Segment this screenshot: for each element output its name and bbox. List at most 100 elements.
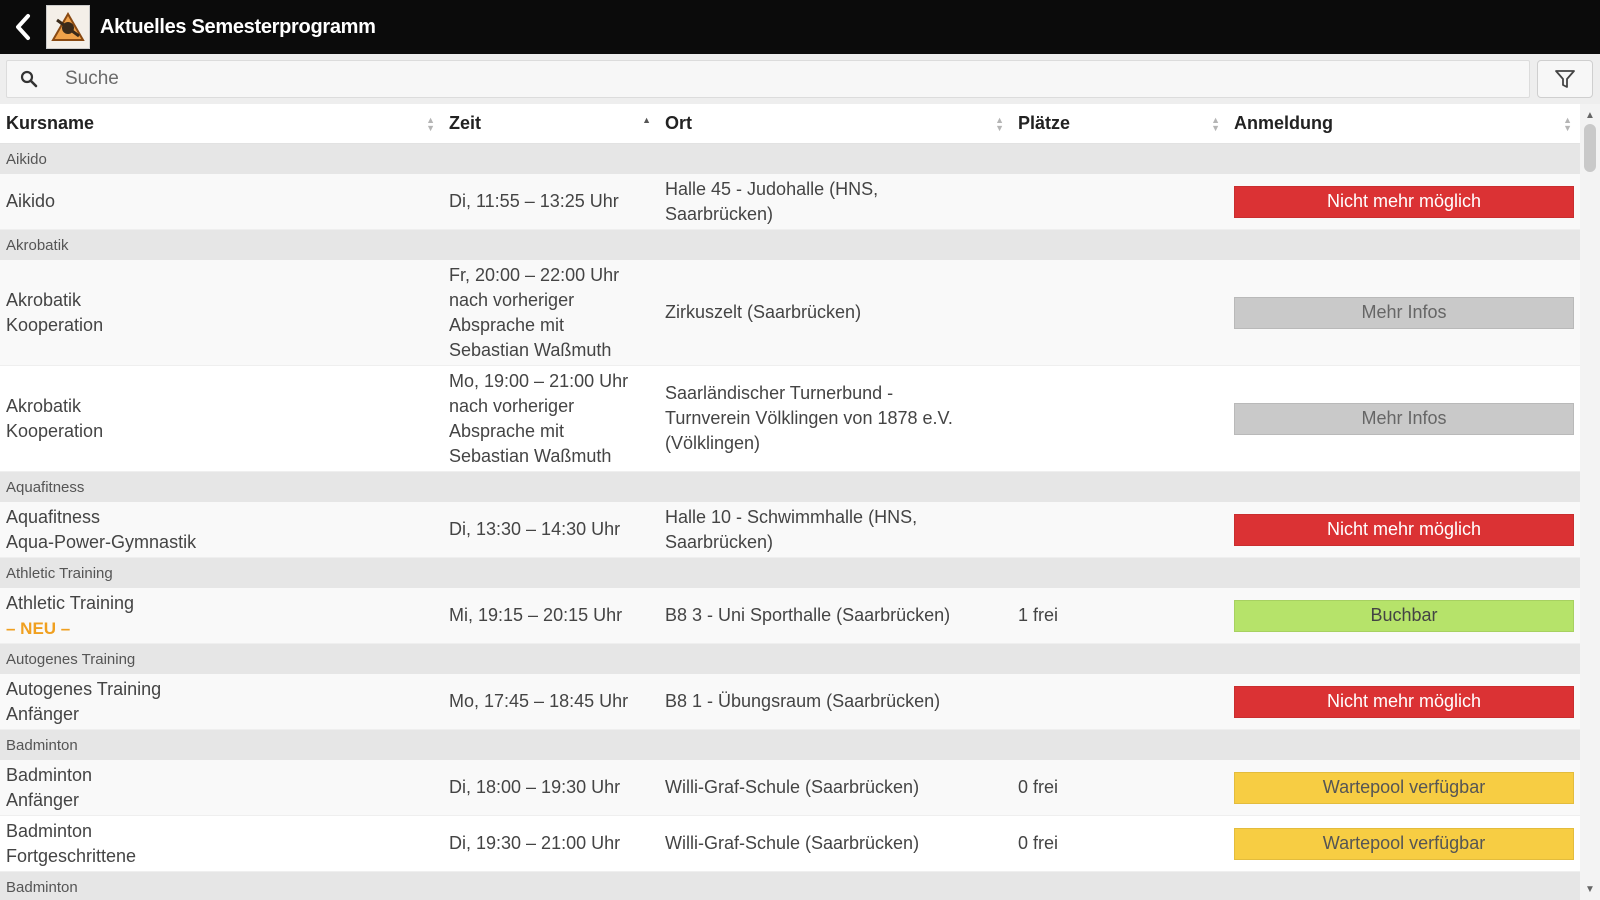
table-row[interactable]: Autogenes Training Anfänger Mo, 17:45 – 18…: [0, 674, 1580, 730]
cell-text-line: Saarländischer Turnerbund -: [665, 383, 894, 403]
table-row[interactable]: Badminton Fortgeschrittene Di, 19:30 – 21:…: [0, 816, 1580, 872]
cell-text-line: Zirkuszelt (Saarbrücken): [665, 302, 862, 322]
group-header: Autogenes Training: [0, 644, 1580, 674]
cell-ort: Willi-Graf-Schule (Saarbrücken): [659, 775, 1012, 800]
cell-kursname: Aikido: [0, 189, 443, 214]
column-header-label: Anmeldung: [1234, 113, 1333, 133]
column-header-anmeldung[interactable]: Anmeldung ▲ ▼: [1228, 104, 1580, 144]
cell-text-line: Mi, 19:15 – 20:15 Uhr: [449, 605, 623, 625]
registration-status-button[interactable]: Mehr Infos: [1234, 402, 1574, 435]
app-header: Aktuelles Semesterprogramm: [0, 0, 1600, 54]
app-logo-icon: [46, 5, 90, 49]
table-row[interactable]: Athletic Training – NEU – Mi, 19:15 – 20:1…: [0, 588, 1580, 644]
cell-text-line: Turnverein Völklingen von 1878 e.V.: [665, 408, 953, 428]
registration-status-button[interactable]: Wartepool verfügbar: [1234, 771, 1574, 804]
back-button[interactable]: [0, 0, 46, 54]
back-arrow-icon: [16, 14, 30, 40]
cell-text-line: nach vorheriger: [449, 395, 575, 416]
cell-text-line: (Völklingen): [665, 433, 761, 453]
cell-text-line: Saarbrücken): [665, 203, 774, 224]
group-header: Athletic Training: [0, 558, 1580, 588]
sort-icon: ▲ ▼: [995, 114, 1004, 133]
cell-kursname: Akrobatik Kooperation: [0, 394, 443, 444]
cell-text-line: Aqua-Power-Gymnastik: [6, 531, 197, 552]
cell-text-line: Mo, 19:00 – 21:00 Uhr: [449, 370, 629, 391]
column-header-plaetze[interactable]: Plätze ▲ ▼: [1012, 104, 1228, 144]
search-input[interactable]: [51, 61, 1529, 97]
cell-text-line: nach vorheriger: [449, 289, 575, 310]
filter-icon: [1555, 70, 1575, 88]
cell-zeit: Di, 11:55 – 13:25 Uhr: [443, 189, 659, 214]
scroll-down-icon[interactable]: ▼: [1580, 882, 1600, 896]
cell-zeit: Di, 19:30 – 21:00 Uhr: [443, 831, 659, 856]
course-table: Kursname ▲ ▼ Zeit ▲ Ort ▲ ▼ Plätze ▲ ▼ Anme…: [0, 104, 1580, 900]
cell-kursname: Badminton Fortgeschrittene: [0, 819, 443, 869]
table-row[interactable]: Akrobatik Kooperation Fr, 20:00 – 22:00 Uh…: [0, 260, 1580, 366]
cell-text-line: Di, 11:55 – 13:25 Uhr: [449, 191, 619, 211]
cell-zeit: Mo, 19:00 – 21:00 Uhr nach vorheriger Absp…: [443, 369, 659, 469]
cell-text-line: Kooperation: [6, 314, 104, 335]
scrollbar[interactable]: ▲ ▼: [1580, 104, 1600, 900]
cell-text-line: Akrobatik: [6, 395, 82, 416]
scroll-thumb[interactable]: [1584, 124, 1596, 172]
registration-status-button[interactable]: Mehr Infos: [1234, 296, 1574, 329]
cell-zeit: Mo, 17:45 – 18:45 Uhr: [443, 689, 659, 714]
group-header: Aikido: [0, 144, 1580, 174]
cell-ort: Saarländischer Turnerbund - Turnverein Vö…: [659, 381, 1012, 456]
cell-text-line: Aikido: [6, 191, 56, 211]
table-header: Kursname ▲ ▼ Zeit ▲ Ort ▲ ▼ Plätze ▲ ▼ Anme…: [0, 104, 1580, 144]
cell-anmeldung: Wartepool verfügbar: [1228, 827, 1580, 860]
search-box: [6, 60, 1530, 98]
table-row[interactable]: Badminton Anfänger Di, 18:00 – 19:30 Uhr Wi…: [0, 760, 1580, 816]
column-header-label: Plätze: [1018, 113, 1071, 133]
cell-plaetze: 0 frei: [1018, 777, 1059, 797]
cell-text-line: B8 3 - Uni Sporthalle (Saarbrücken): [665, 605, 951, 625]
cell-text-line: Sebastian Waßmuth: [449, 445, 612, 466]
cell-text-line: B8 1 - Übungsraum (Saarbrücken): [665, 691, 941, 711]
registration-status-button[interactable]: Nicht mehr möglich: [1234, 185, 1574, 218]
scroll-up-icon[interactable]: ▲: [1580, 108, 1600, 122]
cell-text-line: Sebastian Waßmuth: [449, 339, 612, 360]
filter-button[interactable]: [1537, 60, 1593, 98]
table-row[interactable]: Aquafitness Aqua-Power-Gymnastik Di, 13:30…: [0, 502, 1580, 558]
cell-ort: B8 1 - Übungsraum (Saarbrücken): [659, 689, 1012, 714]
cell-plaetze: 1 frei: [1018, 605, 1059, 625]
registration-status-button[interactable]: Nicht mehr möglich: [1234, 685, 1574, 718]
cell-text-line: Absprache mit: [449, 314, 565, 335]
column-header-label: Kursname: [6, 113, 95, 133]
column-header-label: Zeit: [449, 113, 482, 133]
cell-text-line: Autogenes Training: [6, 678, 162, 699]
cell-zeit: Di, 13:30 – 14:30 Uhr: [443, 517, 659, 542]
cell-text-line: Mo, 17:45 – 18:45 Uhr: [449, 691, 629, 711]
registration-status-button[interactable]: Nicht mehr möglich: [1234, 513, 1574, 546]
cell-anmeldung: Mehr Infos: [1228, 402, 1580, 435]
new-badge: – NEU –: [6, 618, 71, 638]
registration-status-button[interactable]: Buchbar: [1234, 599, 1574, 632]
cell-text-line: Saarbrücken): [665, 531, 774, 552]
column-header-ort[interactable]: Ort ▲ ▼: [659, 104, 1012, 144]
table-row[interactable]: Aikido Di, 11:55 – 13:25 Uhr Halle 45 - Ju…: [0, 174, 1580, 230]
registration-status-button[interactable]: Wartepool verfügbar: [1234, 827, 1574, 860]
column-header-kursname[interactable]: Kursname ▲ ▼: [0, 104, 443, 144]
sort-ascending-icon: ▲: [642, 114, 651, 125]
cell-ort: Zirkuszelt (Saarbrücken): [659, 300, 1012, 325]
cell-text-line: Badminton: [6, 764, 93, 785]
table-row[interactable]: Akrobatik Kooperation Mo, 19:00 – 21:00 Uh…: [0, 366, 1580, 472]
cell-kursname: Athletic Training – NEU –: [0, 591, 443, 641]
cell-text-line: Fr, 20:00 – 22:00 Uhr: [449, 264, 620, 285]
cell-kursname: Akrobatik Kooperation: [0, 288, 443, 338]
cell-anmeldung: Nicht mehr möglich: [1228, 185, 1580, 218]
cell-anmeldung: Wartepool verfügbar: [1228, 771, 1580, 804]
cell-text-line: Di, 13:30 – 14:30 Uhr: [449, 519, 621, 539]
cell-text-line: Kooperation: [6, 420, 104, 441]
group-header: Badminton: [0, 872, 1580, 900]
cell-text-line: Fortgeschrittene: [6, 845, 137, 866]
sort-icon: ▲ ▼: [426, 114, 435, 133]
cell-plaetze: 0 frei: [1018, 833, 1059, 853]
cell-text-line: Aquafitness: [6, 506, 101, 527]
column-header-zeit[interactable]: Zeit ▲: [443, 104, 659, 144]
cell-kursname: Aquafitness Aqua-Power-Gymnastik: [0, 505, 443, 555]
cell-anmeldung: Nicht mehr möglich: [1228, 685, 1580, 718]
group-header: Aquafitness: [0, 472, 1580, 502]
cell-text-line: Anfänger: [6, 789, 80, 810]
